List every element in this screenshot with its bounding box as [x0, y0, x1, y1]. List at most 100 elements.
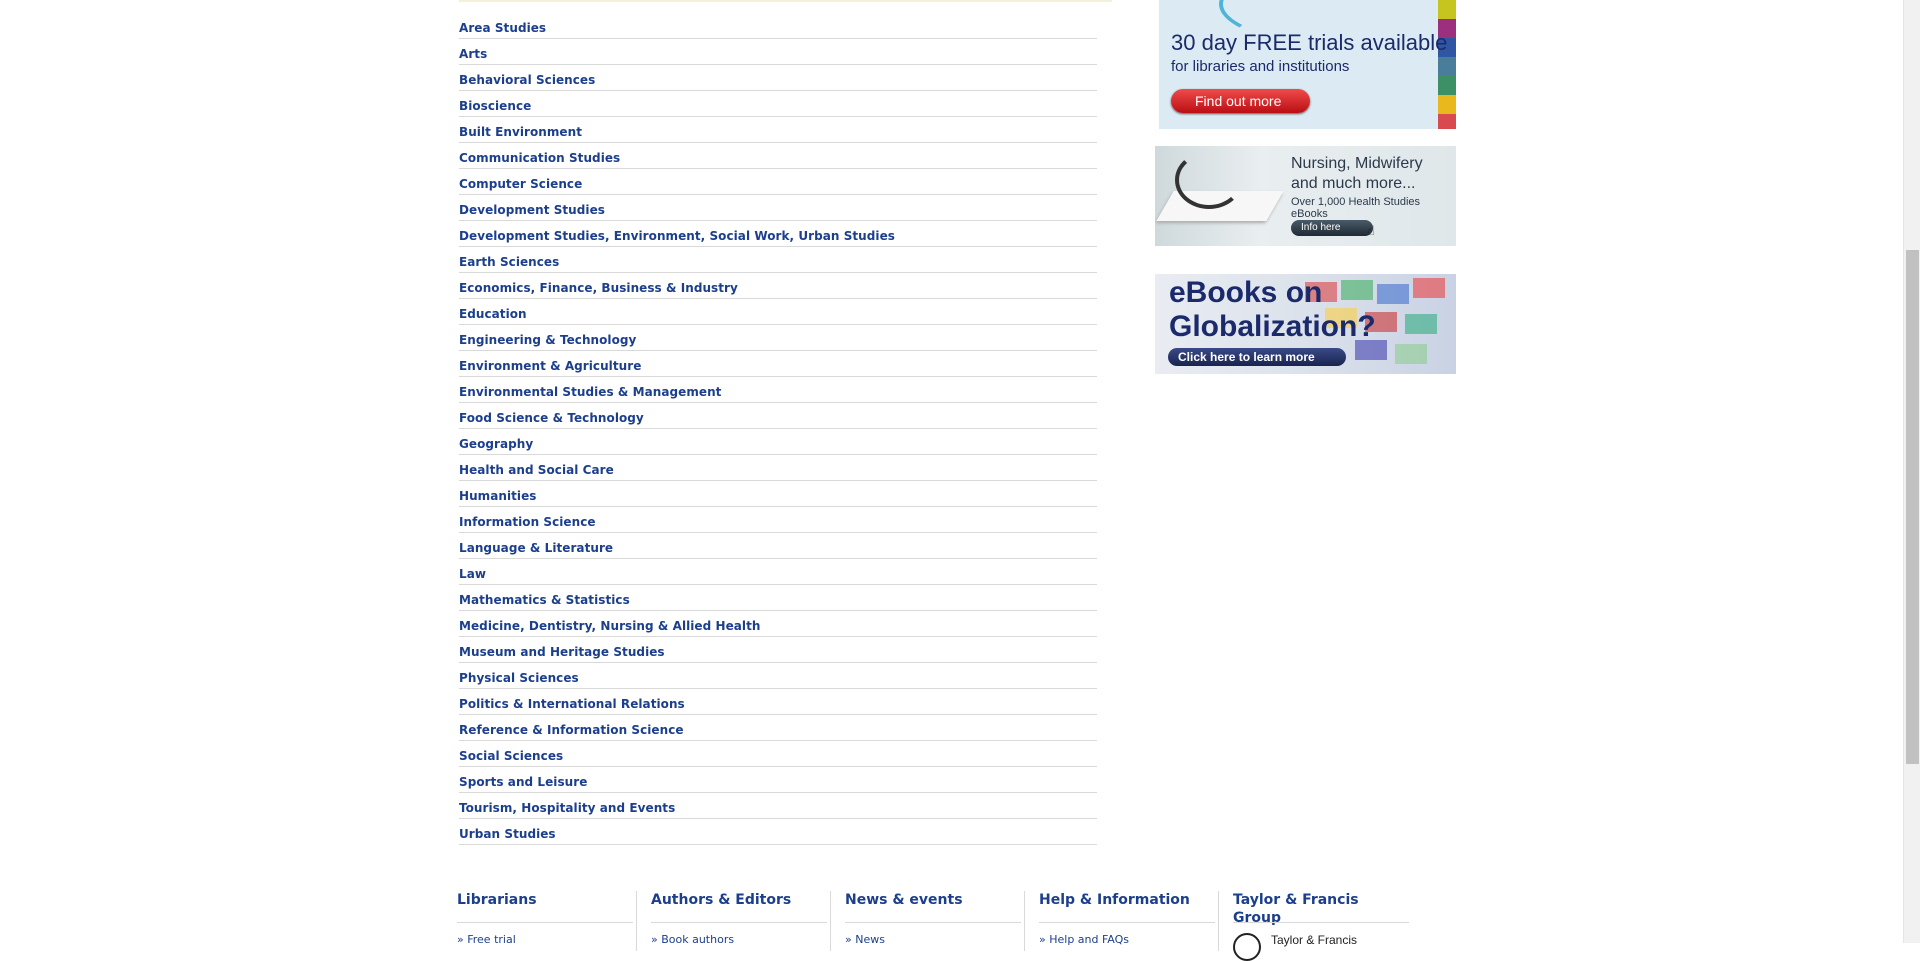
- subject-link[interactable]: Economics, Finance, Business & Industry: [459, 281, 738, 295]
- subject-link[interactable]: Arts: [459, 47, 487, 61]
- footer-separator: [830, 891, 831, 951]
- subject-link[interactable]: Food Science & Technology: [459, 411, 644, 425]
- subject-link[interactable]: Physical Sciences: [459, 671, 579, 685]
- subject-list-item: Geography: [459, 429, 1097, 455]
- subject-list-item: Arts: [459, 39, 1097, 65]
- footer-logo-text[interactable]: Taylor & Francis: [1271, 933, 1357, 947]
- footer-link[interactable]: » Book authors: [651, 933, 734, 946]
- subject-list-item: Environmental Studies & Management: [459, 377, 1097, 403]
- subject-link[interactable]: Environment & Agriculture: [459, 359, 641, 373]
- color-bar: [1438, 114, 1456, 129]
- subject-list-item: Health and Social Care: [459, 455, 1097, 481]
- subject-link[interactable]: Computer Science: [459, 177, 582, 191]
- top-divider: [459, 0, 1112, 2]
- subject-link[interactable]: Museum and Heritage Studies: [459, 645, 665, 659]
- subject-link[interactable]: Social Sciences: [459, 749, 563, 763]
- footer-heading[interactable]: Authors & Editors: [651, 891, 827, 909]
- globalization-line-2: Globalization?: [1169, 310, 1376, 343]
- footer-heading[interactable]: News & events: [845, 891, 1021, 909]
- footer-rule: [457, 922, 633, 923]
- footer-col-help: Help & Information » Help and FAQs: [1039, 891, 1215, 946]
- subject-link[interactable]: Environmental Studies & Management: [459, 385, 721, 399]
- footer-separator: [636, 891, 637, 951]
- subject-link[interactable]: Humanities: [459, 489, 536, 503]
- subject-list-item: Development Studies: [459, 195, 1097, 221]
- subject-list-item: Environment & Agriculture: [459, 351, 1097, 377]
- footer-link[interactable]: » Help and FAQs: [1039, 933, 1129, 946]
- footer-link[interactable]: » News: [845, 933, 885, 946]
- subject-list-item: Language & Literature: [459, 533, 1097, 559]
- subject-link[interactable]: Information Science: [459, 515, 596, 529]
- subject-list-item: Bioscience: [459, 91, 1097, 117]
- vertical-scrollbar[interactable]: [1903, 0, 1920, 943]
- footer-col-librarians: Librarians » Free trial: [457, 891, 633, 946]
- nursing-line-2: and much more...: [1291, 175, 1416, 192]
- subject-link[interactable]: Health and Social Care: [459, 463, 614, 477]
- globalization-banner[interactable]: eBooks on Globalization? Click here to l…: [1155, 274, 1456, 374]
- subject-link[interactable]: Reference & Information Science: [459, 723, 684, 737]
- subject-link[interactable]: Politics & International Relations: [459, 697, 685, 711]
- subject-link[interactable]: Sports and Leisure: [459, 775, 587, 789]
- footer-rule: [1233, 922, 1409, 923]
- learn-more-button[interactable]: Click here to learn more: [1168, 348, 1346, 366]
- color-bar: [1438, 95, 1456, 114]
- subject-link[interactable]: Behavioral Sciences: [459, 73, 595, 87]
- free-trial-banner[interactable]: 30 day FREE trials available for librari…: [1159, 0, 1456, 129]
- flag-decoration: [1377, 284, 1409, 304]
- subject-link[interactable]: Earth Sciences: [459, 255, 559, 269]
- flag-decoration: [1395, 344, 1427, 364]
- subject-link[interactable]: Law: [459, 567, 486, 581]
- subject-link[interactable]: Medicine, Dentistry, Nursing & Allied He…: [459, 619, 760, 633]
- subject-list-item: Politics & International Relations: [459, 689, 1097, 715]
- subject-link[interactable]: Education: [459, 307, 527, 321]
- footer-rule: [845, 922, 1021, 923]
- subject-link[interactable]: Development Studies: [459, 203, 605, 217]
- flag-decoration: [1413, 278, 1445, 298]
- globalization-line-1: eBooks on: [1169, 276, 1323, 309]
- footer-heading[interactable]: Help & Information: [1039, 891, 1215, 909]
- subject-list-item: Area Studies: [459, 13, 1097, 39]
- subject-list-item: Physical Sciences: [459, 663, 1097, 689]
- subject-link[interactable]: Bioscience: [459, 99, 531, 113]
- footer-separator: [1024, 891, 1025, 951]
- subject-list-item: Computer Science: [459, 169, 1097, 195]
- stethoscope-image: [1175, 151, 1243, 209]
- subject-list-item: Urban Studies: [459, 819, 1097, 845]
- subject-link[interactable]: Area Studies: [459, 21, 546, 35]
- subject-link[interactable]: Communication Studies: [459, 151, 620, 165]
- subject-link[interactable]: Urban Studies: [459, 827, 556, 841]
- nursing-line-1: Nursing, Midwifery: [1291, 155, 1423, 172]
- subject-link[interactable]: Mathematics & Statistics: [459, 593, 630, 607]
- footer-link[interactable]: » Free trial: [457, 933, 516, 946]
- subject-list-item: Food Science & Technology: [459, 403, 1097, 429]
- subject-list-item: Communication Studies: [459, 143, 1097, 169]
- subject-list-item: Sports and Leisure: [459, 767, 1097, 793]
- subject-list-item: Social Sciences: [459, 741, 1097, 767]
- subject-link[interactable]: Development Studies, Environment, Social…: [459, 229, 895, 243]
- subject-list-item: Development Studies, Environment, Social…: [459, 221, 1097, 247]
- subject-list: Area Studies Arts Behavioral Sciences Biosc…: [459, 13, 1097, 845]
- footer-col-news: News & events » News: [845, 891, 1021, 946]
- subject-list-item: Humanities: [459, 481, 1097, 507]
- footer-heading[interactable]: Librarians: [457, 891, 633, 909]
- find-out-more-button[interactable]: Find out more: [1171, 89, 1310, 113]
- nursing-headline: Nursing, Midwifery and much more...: [1291, 154, 1423, 194]
- color-bar: [1438, 57, 1456, 76]
- subject-list-item: Earth Sciences: [459, 247, 1097, 273]
- subject-link[interactable]: Engineering & Technology: [459, 333, 636, 347]
- subject-list-item: Education: [459, 299, 1097, 325]
- subject-list-item: Tourism, Hospitality and Events: [459, 793, 1097, 819]
- info-here-button[interactable]: Info here: [1291, 220, 1373, 236]
- subject-link[interactable]: Tourism, Hospitality and Events: [459, 801, 675, 815]
- footer-rule: [651, 922, 827, 923]
- subject-link[interactable]: Built Environment: [459, 125, 582, 139]
- subject-list-item: Engineering & Technology: [459, 325, 1097, 351]
- nursing-banner[interactable]: Nursing, Midwifery and much more... Over…: [1155, 146, 1456, 246]
- globalization-headline: eBooks on Globalization?: [1169, 276, 1376, 344]
- taylor-francis-logo-icon[interactable]: [1233, 933, 1261, 961]
- color-bar: [1438, 0, 1456, 19]
- scrollbar-thumb[interactable]: [1906, 250, 1919, 764]
- subject-link[interactable]: Language & Literature: [459, 541, 613, 555]
- page: Area Studies Arts Behavioral Sciences Biosc…: [0, 0, 1920, 961]
- subject-link[interactable]: Geography: [459, 437, 533, 451]
